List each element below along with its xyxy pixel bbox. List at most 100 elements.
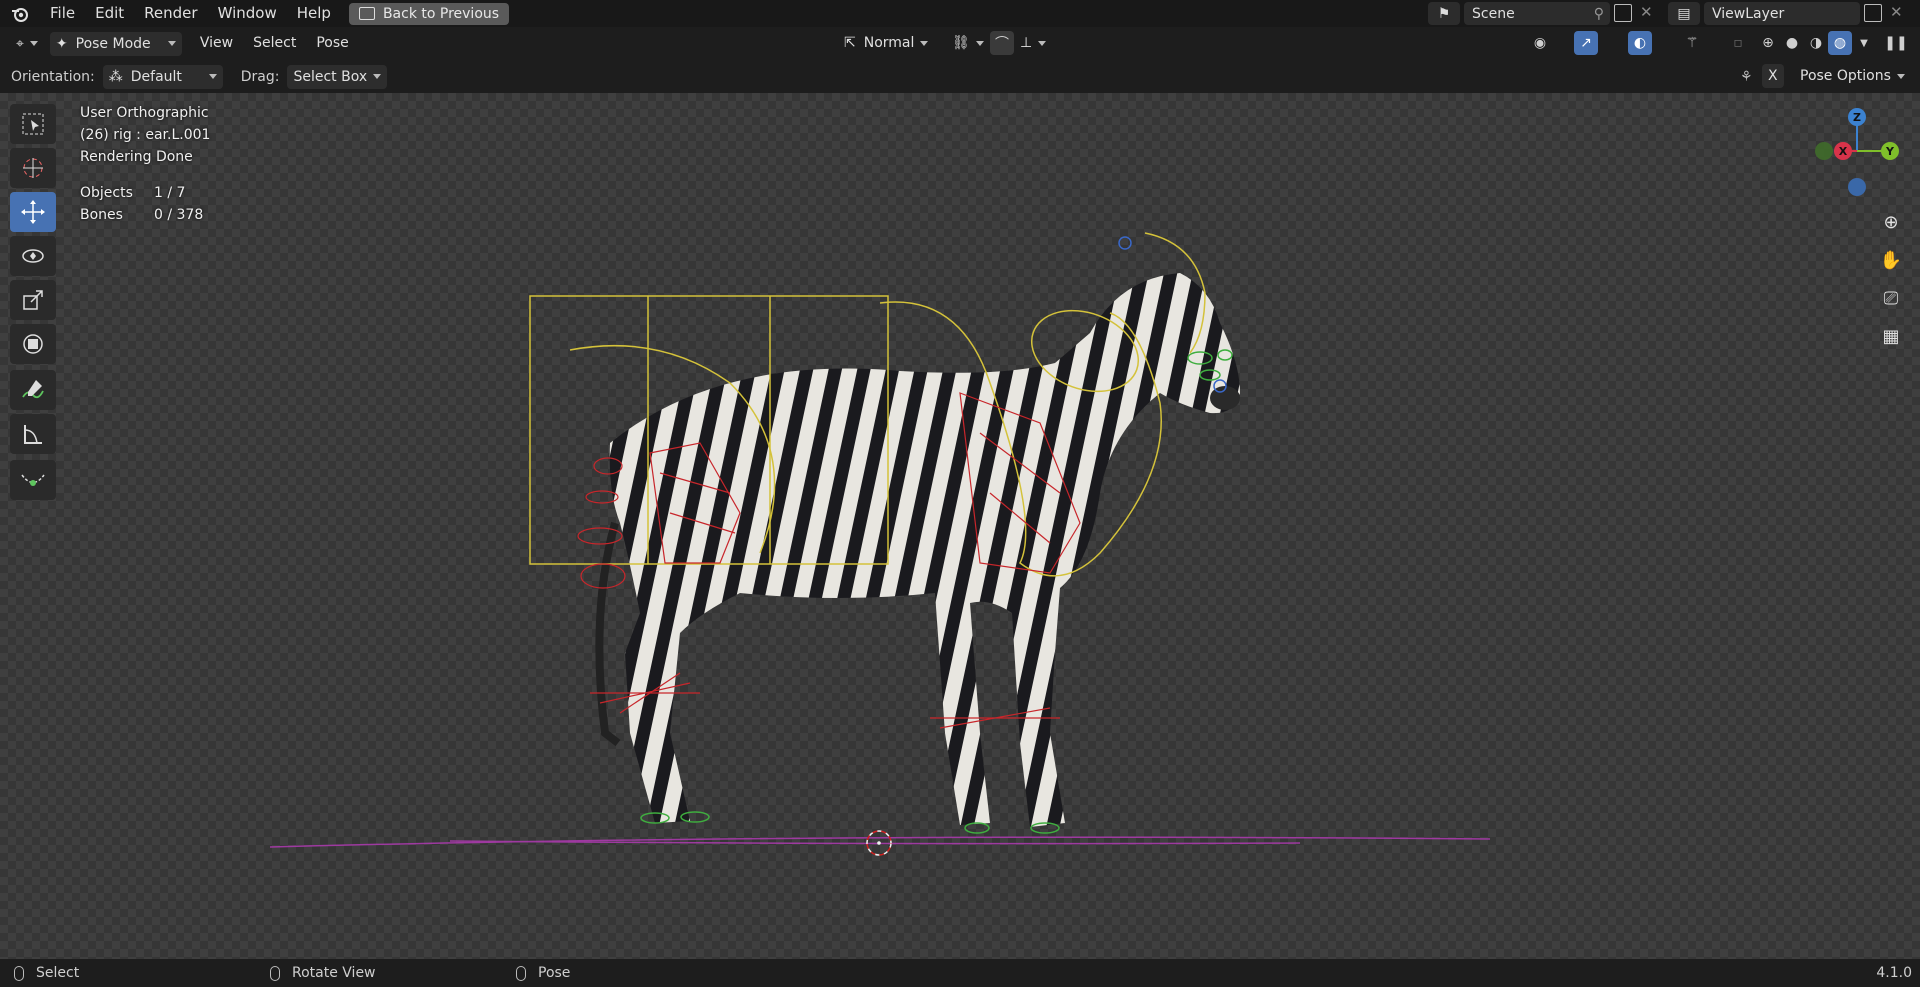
menu-window[interactable]: Window bbox=[208, 0, 287, 27]
move-icon bbox=[21, 200, 45, 224]
close-view-layer-icon[interactable]: ✕ bbox=[1890, 3, 1903, 21]
view-layer-name: ViewLayer bbox=[1712, 5, 1785, 22]
annotate-tool[interactable] bbox=[10, 370, 56, 410]
falloff-icon: ⊥ bbox=[1020, 35, 1033, 51]
scene-selector[interactable]: Scene ⚲ bbox=[1464, 2, 1610, 25]
select-box-icon bbox=[22, 113, 44, 135]
tool-settings-bar: Orientation: ⁂ Default Drag: Select Box … bbox=[0, 60, 1920, 93]
pivot-label: Normal bbox=[863, 35, 915, 51]
status-select-hint: Select bbox=[36, 965, 80, 981]
view-layer-type-icon[interactable]: ▤ bbox=[1668, 2, 1700, 25]
menu-help[interactable]: Help bbox=[287, 0, 341, 27]
objects-value: 1 / 7 bbox=[154, 185, 186, 201]
blender-logo-icon[interactable] bbox=[0, 0, 40, 27]
pose-options-label: Pose Options bbox=[1800, 68, 1891, 84]
top-menu-bar: File Edit Render Window Help Back to Pre… bbox=[0, 0, 1920, 27]
grid-icon[interactable]: ▦ bbox=[1876, 321, 1906, 351]
zoom-icon[interactable]: ⊕ bbox=[1876, 207, 1906, 237]
menu-select[interactable]: Select bbox=[243, 30, 306, 57]
back-icon bbox=[358, 7, 375, 20]
measure-icon bbox=[24, 425, 42, 444]
shading-options-icon[interactable]: ▼ bbox=[1852, 31, 1876, 55]
material-shading-icon[interactable]: ◑ bbox=[1804, 31, 1828, 55]
view-layer-selector[interactable]: ViewLayer bbox=[1704, 2, 1860, 25]
tool-shelf bbox=[10, 104, 58, 504]
xray-icon[interactable]: ▫ bbox=[1726, 31, 1750, 55]
pause-render-icon[interactable]: ❚❚ bbox=[1884, 31, 1908, 55]
proportional-falloff-dropdown[interactable]: ⊥ bbox=[1014, 31, 1052, 55]
transform-icon bbox=[23, 334, 43, 354]
menu-view[interactable]: View bbox=[190, 30, 243, 57]
orientation-dropdown[interactable]: ⁂ Default bbox=[102, 64, 223, 89]
bone-envelope-icon bbox=[21, 474, 45, 486]
right-mouse-icon bbox=[516, 965, 526, 981]
view-type-label: User Orthographic bbox=[80, 105, 209, 121]
proportional-edit-icon[interactable]: ⌒ bbox=[990, 31, 1014, 55]
menu-render[interactable]: Render bbox=[134, 0, 207, 27]
3d-viewport[interactable]: Z X Y ⊕ ✋ ⎚ ▦ bbox=[0, 93, 1920, 959]
mode-dropdown[interactable]: ✦ Pose Mode bbox=[49, 31, 182, 56]
hand-icon[interactable]: ✋ bbox=[1876, 245, 1906, 275]
back-to-previous-button[interactable]: Back to Previous bbox=[348, 2, 510, 25]
render-status-label: Rendering Done bbox=[80, 149, 193, 165]
pose-options-dropdown[interactable]: Pose Options bbox=[1794, 64, 1911, 88]
move-tool[interactable] bbox=[10, 192, 56, 232]
orientation-icon: ⇱ bbox=[844, 35, 856, 51]
status-bar: Select Rotate View Pose 4.1.0 bbox=[0, 959, 1920, 987]
gizmo-y-label: Y bbox=[1885, 145, 1895, 158]
status-pose-hint: Pose bbox=[538, 965, 571, 981]
status-rotate-hint: Rotate View bbox=[292, 965, 376, 981]
rotate-icon bbox=[22, 249, 44, 263]
x-mirror-label: X bbox=[1768, 68, 1778, 84]
viewport-info-overlay: User Orthographic (26) rig : ear.L.001 R… bbox=[80, 102, 210, 226]
mode-label: Pose Mode bbox=[75, 35, 151, 52]
zebra-model bbox=[595, 273, 1240, 827]
x-mirror-toggle[interactable]: X bbox=[1762, 64, 1784, 88]
bones-value: 0 / 378 bbox=[154, 207, 204, 223]
solid-shading-icon[interactable]: ● bbox=[1780, 31, 1804, 55]
transform-tool[interactable] bbox=[10, 324, 56, 364]
menu-pose[interactable]: Pose bbox=[306, 30, 358, 57]
gizmo-z-label: Z bbox=[1853, 111, 1861, 124]
menu-file[interactable]: File bbox=[40, 0, 85, 27]
version-label: 4.1.0 bbox=[1876, 965, 1912, 981]
annotate-icon bbox=[22, 380, 44, 399]
snap-icon: ⛓ bbox=[952, 35, 970, 51]
scene-type-icon[interactable]: ⚑ bbox=[1428, 2, 1460, 25]
viewport-header: ⌖ ✦ Pose Mode View Select Pose ⇱ Normal … bbox=[0, 27, 1920, 60]
orientation-value: Default bbox=[130, 68, 182, 85]
editor-type-dropdown[interactable]: ⌖ bbox=[10, 32, 44, 56]
back-to-previous-label: Back to Previous bbox=[382, 5, 500, 22]
drag-dropdown[interactable]: Select Box bbox=[287, 64, 388, 89]
new-view-layer-icon[interactable] bbox=[1864, 4, 1882, 22]
cursor-tool[interactable] bbox=[10, 148, 56, 188]
bone-envelope-tool[interactable] bbox=[10, 460, 56, 500]
close-scene-icon[interactable]: ✕ bbox=[1640, 3, 1653, 21]
left-mouse-icon bbox=[14, 965, 24, 981]
measure-tool[interactable] bbox=[10, 414, 56, 454]
rendered-shading-icon[interactable]: ◍ bbox=[1828, 31, 1852, 55]
mirror-icon[interactable]: ⚘ bbox=[1740, 69, 1753, 85]
pin-icon[interactable]: ⚲ bbox=[1594, 6, 1604, 22]
orientation-axes-icon: ⁂ bbox=[108, 68, 123, 85]
gizmo-x-label: X bbox=[1839, 145, 1848, 158]
visibility-icon[interactable]: ◉ bbox=[1528, 31, 1552, 55]
scale-icon bbox=[23, 290, 43, 310]
gizmo-toggle-icon[interactable]: ↗ bbox=[1574, 31, 1598, 55]
camera-icon[interactable]: ⎚ bbox=[1876, 283, 1906, 313]
menu-edit[interactable]: Edit bbox=[85, 0, 134, 27]
overlay-toggle-icon[interactable]: ◐ bbox=[1628, 31, 1652, 55]
new-scene-icon[interactable] bbox=[1614, 4, 1632, 22]
drag-label: Drag: bbox=[240, 68, 280, 85]
bones-label: Bones bbox=[80, 207, 123, 223]
bone-overlay-icon[interactable]: ⚚ bbox=[1680, 31, 1704, 55]
snap-dropdown[interactable]: ⛓ bbox=[946, 31, 990, 55]
wireframe-shading-icon[interactable]: ⊕ bbox=[1756, 31, 1780, 55]
middle-mouse-icon bbox=[270, 965, 280, 981]
navigation-gizmo[interactable]: Z X Y bbox=[1812, 99, 1902, 209]
scale-tool[interactable] bbox=[10, 280, 56, 320]
rotate-tool[interactable] bbox=[10, 236, 56, 276]
objects-label: Objects bbox=[80, 185, 133, 201]
transform-orientation-dropdown[interactable]: ⇱ Normal bbox=[838, 31, 934, 55]
select-box-tool[interactable] bbox=[10, 104, 56, 144]
